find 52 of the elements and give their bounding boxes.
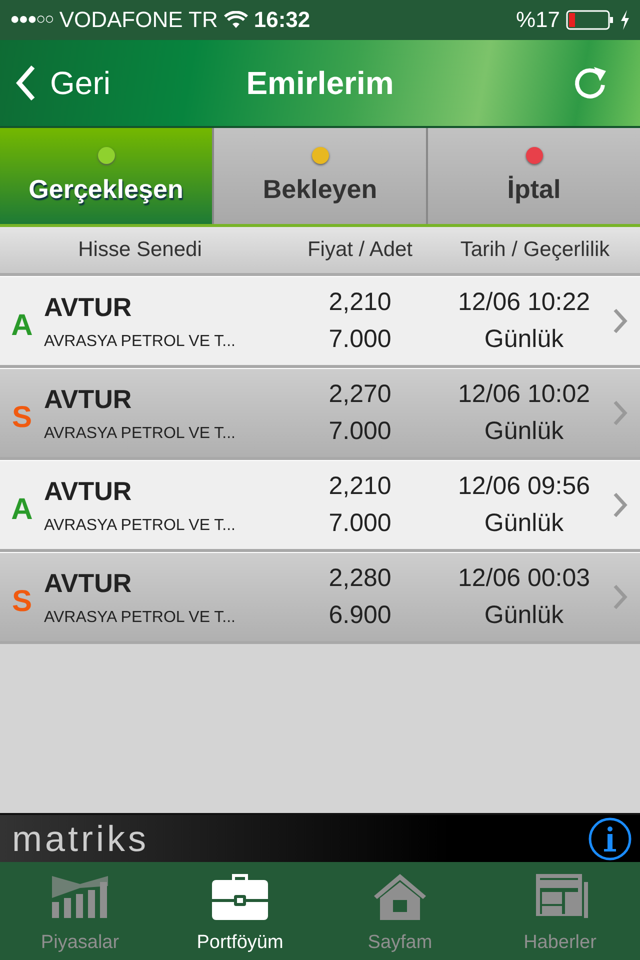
filter-tab[interactable]: İptal: [428, 128, 640, 224]
battery-icon: [566, 10, 614, 30]
stock-symbol: AVTUR: [44, 292, 133, 322]
chevron-right-icon: [612, 491, 628, 519]
page-title: Emirlerim: [246, 64, 394, 102]
clock-time: 16:32: [254, 7, 310, 33]
company-name: AVRASYA PETROL VE T...: [44, 608, 236, 626]
order-price: 2,270: [328, 380, 392, 409]
order-validity: Günlük: [484, 325, 564, 354]
side-letter: S: [10, 401, 33, 435]
info-icon[interactable]: [588, 816, 632, 860]
order-quantity: 7.000: [328, 417, 392, 446]
company-name: AVRASYA PETROL VE T...: [44, 332, 236, 350]
side-letter: A: [10, 493, 34, 527]
brand-logo: matriks: [12, 820, 149, 856]
battery-percent: %17: [516, 7, 560, 33]
filter-tab[interactable]: Gerçekleşen: [0, 128, 214, 224]
order-quantity: 7.000: [328, 325, 392, 354]
column-header: Hisse Senedi: [77, 238, 203, 262]
filter-tab[interactable]: Bekleyen: [214, 128, 428, 224]
signal-dots: ●●●○○: [10, 11, 54, 29]
chevron-right-icon: [612, 583, 628, 611]
chevron-right-icon: [612, 307, 628, 335]
order-date: 12/06 10:22: [458, 288, 590, 317]
order-validity: Günlük: [484, 601, 564, 630]
charging-bolt-icon: [620, 10, 630, 30]
stock-symbol: AVTUR: [44, 476, 133, 506]
column-header: Fiyat / Adet: [306, 238, 414, 262]
order-date: 12/06 10:02: [458, 380, 590, 409]
carrier-name: VODAFONE TR: [59, 7, 218, 33]
order-quantity: 6.900: [328, 601, 392, 630]
order-price: 2,210: [328, 288, 392, 317]
company-name: AVRASYA PETROL VE T...: [44, 424, 236, 442]
stock-symbol: AVTUR: [44, 568, 133, 598]
side-letter: S: [10, 585, 33, 619]
order-price: 2,280: [328, 564, 392, 593]
order-date: 12/06 00:03: [458, 564, 590, 593]
stock-symbol: AVTUR: [44, 384, 133, 414]
order-validity: Günlük: [484, 509, 564, 538]
order-quantity: 7.000: [328, 509, 392, 538]
column-header: Tarih / Geçerlilik: [459, 238, 611, 262]
order-date: 12/06 09:56: [458, 472, 590, 501]
back-button[interactable]: Geri: [0, 64, 110, 102]
chevron-right-icon: [612, 399, 628, 427]
tab-bar-item[interactable]: Portföyüm: [160, 862, 320, 960]
order-validity: Günlük: [484, 417, 564, 446]
wifi-icon: [224, 11, 248, 29]
company-name: AVRASYA PETROL VE T...: [44, 516, 236, 534]
briefcase-icon: [210, 872, 270, 922]
side-letter: A: [10, 309, 34, 343]
chevron-left-icon: [16, 65, 36, 101]
order-price: 2,210: [328, 472, 392, 501]
